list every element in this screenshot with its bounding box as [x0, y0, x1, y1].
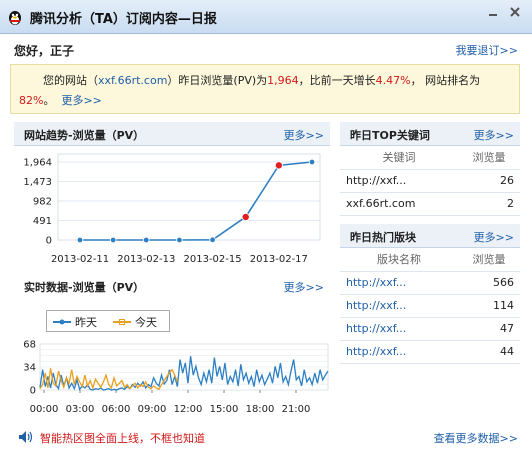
x-tick-label: 2013-02-13	[117, 254, 175, 265]
column-header: 浏览量	[458, 146, 520, 170]
x-tick-label: 2013-02-15	[184, 254, 242, 265]
qq-penguin-icon	[9, 11, 21, 25]
count-cell: 566	[458, 271, 520, 295]
data-point	[308, 158, 316, 166]
y-tick-label: 0	[30, 386, 36, 397]
data-point	[76, 236, 84, 244]
hot-pages-table: 版块名称 浏览量 http://xxf... 566 http://xxf...…	[340, 248, 520, 364]
realtime-line-chart: 0 34 68 00:00 03:00 06:00 09:00 12:00 15:00 18:00…	[23, 340, 329, 415]
summary-text: 您的网站（	[43, 74, 98, 87]
window-titlebar: 腾讯分析（TA）订阅内容—日报	[0, 0, 532, 34]
top-keywords-more-link[interactable]: 更多>>	[474, 127, 514, 143]
table-header-row: 关键词 浏览量	[340, 146, 520, 170]
x-tick-label: 09:00	[138, 404, 167, 415]
summary-text: ）昨日浏览量(PV)为	[167, 74, 268, 87]
unsubscribe-link[interactable]: 我要退订>>	[456, 42, 518, 58]
y-tick-label: 34	[23, 363, 36, 374]
column-header: 版块名称	[340, 248, 458, 272]
table-header-row: 版块名称 浏览量	[340, 248, 520, 272]
x-tick-label: 2013-02-11	[51, 254, 109, 265]
close-icon[interactable]	[508, 5, 522, 19]
y-tick-label: 1,473	[23, 177, 52, 188]
data-point	[209, 236, 216, 244]
realtime-legend: 昨天 今天	[46, 310, 170, 332]
legend-label-today: 今天	[135, 316, 157, 329]
keyword-cell: xxf.66rt.com	[340, 192, 458, 216]
realtime-panel-header: 实时数据-浏览量（PV） 更多>>	[14, 274, 330, 298]
summary-more-link[interactable]: 更多>>	[61, 94, 101, 107]
x-tick-label: 12:00	[174, 404, 203, 415]
count-cell: 44	[458, 340, 520, 364]
top-keywords-title: 昨日TOP关键词	[350, 129, 430, 142]
summary-text: ，比前一天增长	[298, 74, 376, 87]
y-tick-label: 982	[33, 197, 52, 208]
data-point	[143, 236, 150, 244]
legend-marker-today	[113, 319, 131, 325]
y-tick-label: 1,964	[23, 158, 52, 169]
x-tick-label: 00:00	[30, 404, 59, 415]
trend-panel-header: 网站趋势-浏览量（PV） 更多>>	[14, 122, 330, 146]
y-tick-label: 68	[23, 340, 36, 351]
keyword-cell: http://xxf...	[340, 169, 458, 193]
speaker-icon	[19, 431, 33, 443]
column-header: 关键词	[340, 146, 458, 170]
x-tick-label: 2013-02-17	[250, 254, 308, 265]
pv-value: 1,964	[267, 74, 299, 87]
data-point	[109, 236, 117, 244]
column-header: 浏览量	[458, 248, 520, 272]
x-tick-label: 18:00	[246, 404, 275, 415]
view-more-data-link[interactable]: 查看更多数据>>	[434, 430, 518, 446]
table-row: http://xxf... 44	[340, 340, 520, 364]
x-tick-label: 06:00	[102, 404, 131, 415]
summary-box: 您的网站（xxf.66rt.com）昨日浏览量(PV)为1,964，比前一天增长…	[10, 64, 520, 114]
growth-value: 4.47%	[375, 74, 411, 87]
x-tick-label: 15:00	[210, 404, 239, 415]
page-link[interactable]: http://xxf...	[340, 271, 458, 295]
trend-more-link[interactable]: 更多>>	[284, 127, 324, 143]
y-tick-label: 491	[33, 216, 52, 227]
legend-marker-yesterday	[53, 319, 71, 325]
table-row: http://xxf... 566	[340, 271, 520, 295]
trend-title: 网站趋势-浏览量（PV）	[24, 129, 145, 142]
heatmap-notice-link[interactable]: 智能热区图全面上线，不框也知道	[40, 430, 205, 446]
trend-line-chart: 0 491 982 1,473 1,964 2013-02-11 2013-02-13 201…	[23, 153, 321, 265]
table-row: http://xxf... 47	[340, 317, 520, 341]
site-link[interactable]: xxf.66rt.com	[98, 74, 167, 87]
rank-value: 82%	[19, 94, 44, 107]
summary-text: ， 网站排名为	[410, 74, 481, 87]
hot-pages-header: 昨日热门版块 更多>>	[340, 224, 520, 248]
realtime-title: 实时数据-浏览量（PV）	[24, 281, 145, 294]
count-cell: 114	[458, 294, 520, 318]
hot-pages-title: 昨日热门版块	[350, 231, 416, 244]
x-tick-label: 03:00	[66, 404, 95, 415]
legend-label-yesterday: 昨天	[75, 316, 97, 329]
table-row: http://xxf... 26	[340, 169, 520, 193]
top-keywords-header: 昨日TOP关键词 更多>>	[340, 122, 520, 146]
hot-pages-more-link[interactable]: 更多>>	[474, 229, 514, 245]
data-point	[176, 236, 183, 244]
count-cell: 26	[458, 169, 520, 193]
window-title: 腾讯分析（TA）订阅内容—日报	[30, 12, 217, 27]
y-tick-label: 0	[46, 236, 52, 247]
page-link[interactable]: http://xxf...	[340, 317, 458, 341]
page-link[interactable]: http://xxf...	[340, 340, 458, 364]
data-point	[274, 161, 283, 170]
minimize-icon[interactable]	[486, 5, 500, 19]
x-tick-label: 21:00	[282, 404, 311, 415]
summary-text: 。	[43, 94, 55, 107]
table-row: http://xxf... 114	[340, 294, 520, 318]
count-cell: 2	[458, 192, 520, 216]
greeting: 您好，正子	[14, 44, 75, 58]
page-link[interactable]: http://xxf...	[340, 294, 458, 318]
top-keywords-table: 关键词 浏览量 http://xxf... 26 xxf.66rt.com 2	[340, 146, 520, 216]
count-cell: 47	[458, 317, 520, 341]
data-point	[241, 212, 250, 221]
table-row: xxf.66rt.com 2	[340, 192, 520, 216]
realtime-more-link[interactable]: 更多>>	[284, 279, 324, 295]
